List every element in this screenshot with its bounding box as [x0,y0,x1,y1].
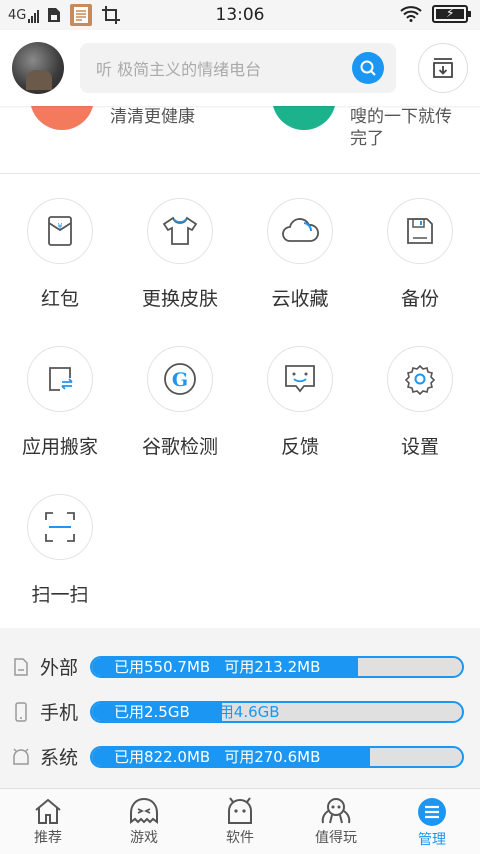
search-icon [360,60,376,76]
storage-bar: 已用550.7MB 可用213.2MB [90,655,464,678]
phone-icon [15,701,27,722]
bottom-nav: 推荐 游戏 软件 值得玩 管理 [0,788,480,854]
scan-icon [45,512,75,542]
scan-icon-circle [27,494,93,560]
feedback-icon-circle [267,346,333,412]
app-move-icon [49,367,73,391]
transfer-tool-desc-line2: 完了 [350,129,384,149]
status-bar: 4G 13:06 ⚡ [0,0,480,30]
download-box-icon [433,58,453,78]
storage-used: 已用822.0MB [114,747,211,766]
game-icon [130,797,158,824]
clean-tool-desc: 清清更健康 [110,107,195,127]
cloud-icon [282,218,319,242]
tool-label: 谷歌检测 [141,436,218,458]
red-packet-icon-circle: ¥ [27,198,93,264]
storage-panel: 外部 已用550.7MB 可用213.2MB 手机 已用2.5GB 可用4.6GB … [0,628,480,788]
nav-games[interactable]: 游戏 [96,789,192,854]
storage-bar: 已用822.0MB 可用270.6MB [90,745,464,768]
tool-label: 红包 [40,288,79,310]
nav-software[interactable]: 软件 [192,789,288,854]
signal-indicator: 4G [8,7,40,23]
tool-red-packet[interactable]: ¥ 红包 [0,198,120,311]
tool-feedback[interactable]: 反馈 [240,346,360,459]
tool-label: 扫一扫 [31,584,89,606]
storage-label: 手机 [40,702,79,724]
search-placeholder: 听 极简主义的情绪电台 [96,60,262,79]
storage-used: 已用550.7MB [114,657,211,676]
storage-row-external[interactable]: 外部 已用550.7MB 可用213.2MB [0,644,480,689]
storage-label: 外部 [40,657,79,679]
tool-label: 反馈 [280,436,319,458]
google-icon-circle: G [147,346,213,412]
storage-row-phone[interactable]: 手机 已用2.5GB 可用4.6GB [0,689,480,734]
notification-app-icon [70,4,93,26]
mascot-icon [321,798,351,824]
app-move-icon-circle [27,346,93,412]
nav-label: 软件 [226,830,254,846]
tool-cloud-favorites[interactable]: 云收藏 [240,198,360,311]
network-type: 4G [8,7,27,23]
gear-icon-circle [387,346,453,412]
svg-text:¥: ¥ [57,222,62,231]
storage-label: 系统 [40,747,79,769]
transfer-tool-desc-line1: 嗖的一下就传 [350,107,452,127]
search-button[interactable] [352,52,384,84]
tool-label: 云收藏 [271,288,329,310]
screenshot-icon [102,6,121,24]
nav-label: 游戏 [130,830,158,846]
tool-scan[interactable]: 扫一扫 [0,494,120,607]
google-icon: G [164,363,196,395]
signal-icon [28,9,40,23]
scrolled-tool-row: 清清更健康 嗖的一下就传 完了 [0,106,480,174]
storage-free: 可用213.2MB [224,657,321,676]
download-manager-button[interactable] [418,43,468,93]
nav-manage[interactable]: 管理 [384,789,480,854]
tool-backup[interactable]: 备份 [360,198,480,311]
sd-card-icon [14,657,28,676]
transfer-tool-icon[interactable] [272,106,336,130]
gear-icon [404,364,436,395]
nav-label: 管理 [418,832,446,848]
tool-settings[interactable]: 设置 [360,346,480,459]
tshirt-icon [162,216,198,245]
manage-icon [418,798,446,826]
clean-tool-icon[interactable] [30,106,94,130]
tool-label: 更换皮肤 [141,288,218,310]
storage-free: 可用4.6GB [203,702,280,721]
svg-text:G: G [172,369,188,391]
android-icon [228,797,252,824]
android-system-icon [13,747,29,765]
feedback-icon [285,365,315,393]
cloud-icon-circle [267,198,333,264]
red-packet-icon: ¥ [48,216,72,246]
nav-recommend[interactable]: 推荐 [0,789,96,854]
home-icon [35,798,61,824]
nav-label: 推荐 [34,830,62,846]
tool-app-move[interactable]: 应用搬家 [0,346,120,459]
tool-google-check[interactable]: G 谷歌检测 [120,346,240,459]
storage-free: 可用270.6MB [224,747,321,766]
avatar[interactable] [12,42,64,94]
storage-used: 已用2.5GB [114,702,190,721]
storage-row-system[interactable]: 系统 已用822.0MB 可用270.6MB [0,734,480,779]
header: 听 极简主义的情绪电台 [0,30,480,106]
nav-worth-playing[interactable]: 值得玩 [288,789,384,854]
search-bar[interactable]: 听 极简主义的情绪电台 [80,43,396,93]
nav-label: 值得玩 [315,830,357,846]
wifi-icon [400,6,422,22]
save-icon [407,218,433,244]
tool-change-skin[interactable]: 更换皮肤 [120,198,240,311]
tool-label: 应用搬家 [21,436,98,458]
sim-icon [48,8,61,22]
tool-label: 设置 [400,436,439,458]
battery-icon: ⚡ [432,5,471,23]
storage-bar: 已用2.5GB 可用4.6GB [90,700,464,723]
tool-label: 备份 [400,288,439,310]
tshirt-icon-circle [147,198,213,264]
save-icon-circle [387,198,453,264]
